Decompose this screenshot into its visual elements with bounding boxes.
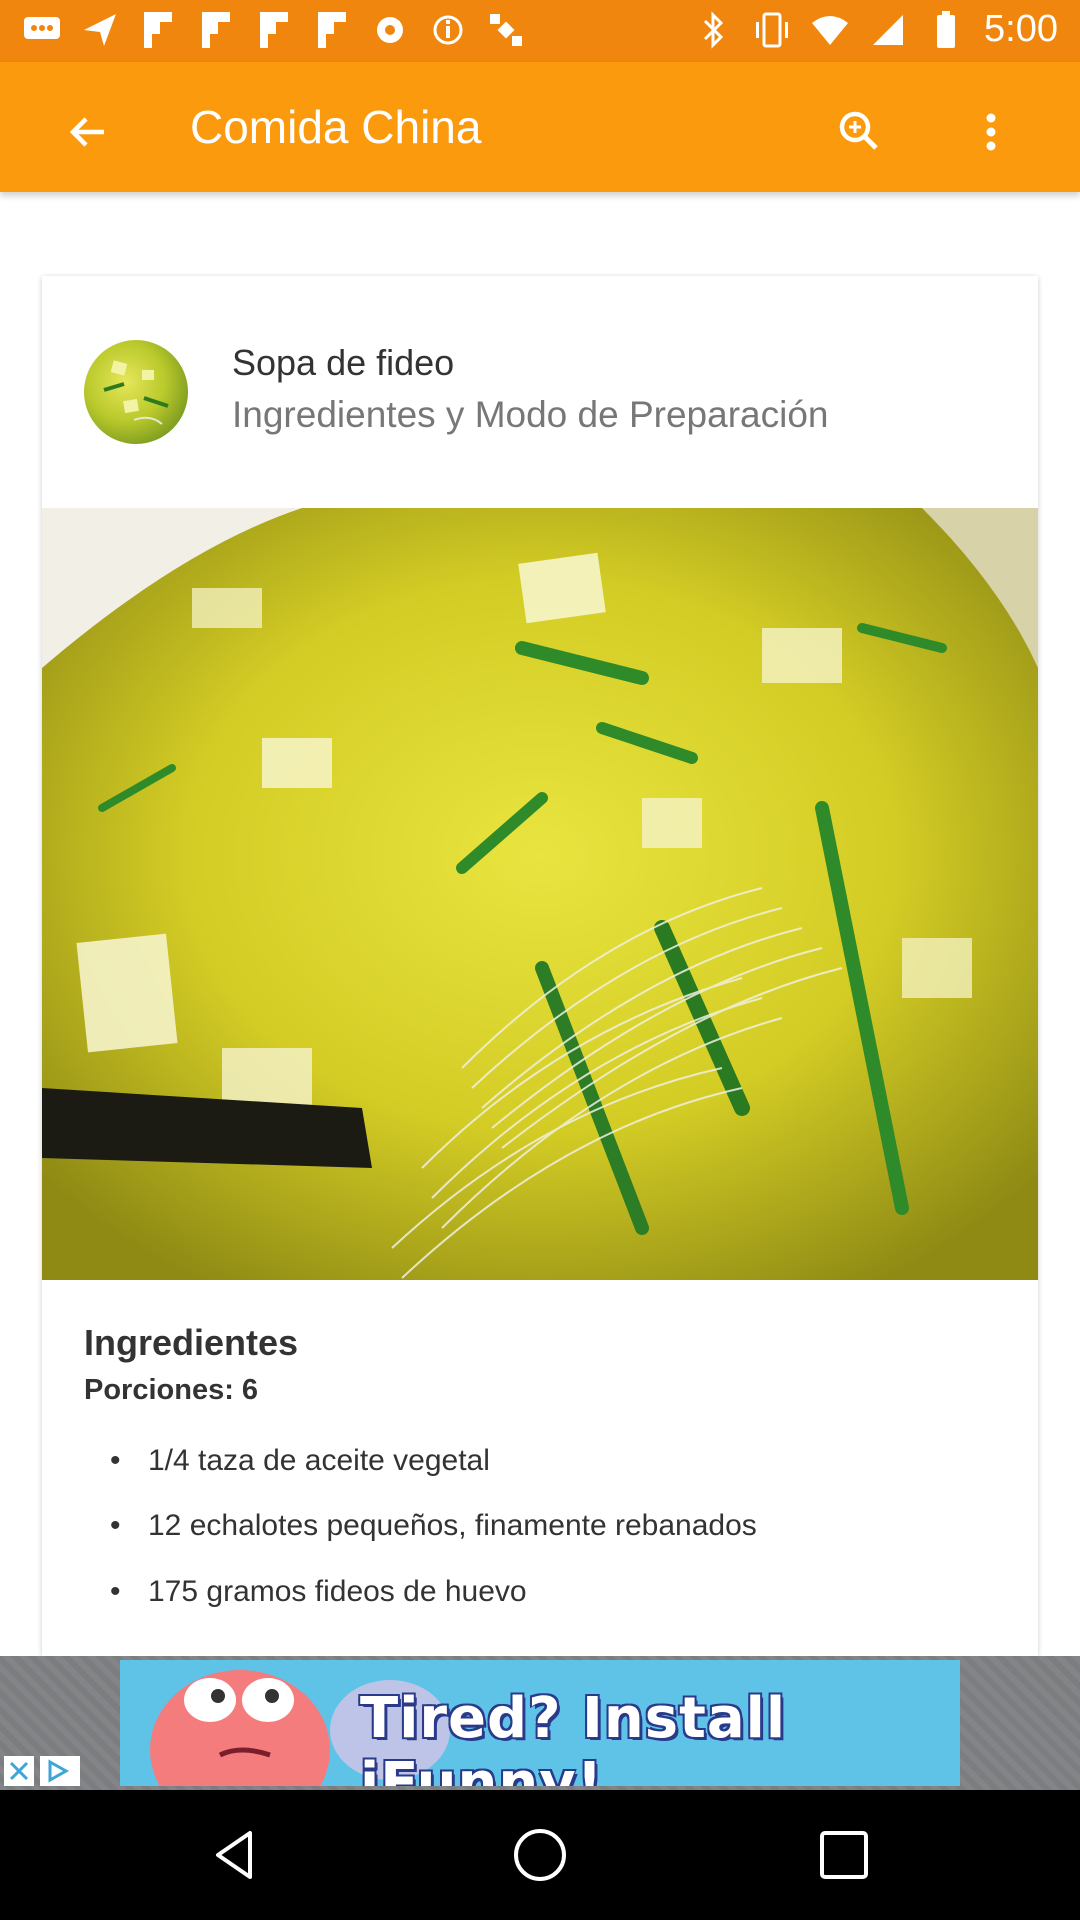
- close-icon: [9, 1761, 29, 1781]
- page-title: Comida China: [190, 101, 482, 153]
- nav-back-button[interactable]: [206, 1825, 266, 1885]
- back-button[interactable]: [58, 102, 118, 162]
- home-circle-icon: [514, 1829, 566, 1881]
- radio-icon: [370, 10, 410, 50]
- message-icon: [22, 10, 62, 50]
- flipboard-icon: [196, 10, 236, 50]
- more-vert-icon: [986, 113, 996, 151]
- ad-creative[interactable]: Tired? Install iFunny!: [120, 1660, 960, 1786]
- ingredient-text: 175 gramos fideos de huevo: [148, 1575, 527, 1608]
- ingredient-text: 12 echalotes pequeños, finamente rebanad…: [148, 1509, 757, 1542]
- ingredients-heading: Ingredientes: [84, 1322, 299, 1363]
- bullet: •: [110, 1509, 121, 1542]
- wifi-icon: [810, 10, 850, 50]
- flipboard-icon: [138, 10, 178, 50]
- status-icons-right: 5:00: [694, 8, 1058, 51]
- recipe-title: Sopa de fideo: [232, 342, 455, 383]
- ad-close-button[interactable]: [4, 1756, 34, 1786]
- search-icon: [839, 111, 878, 150]
- recipe-thumbnail: [84, 340, 188, 444]
- vibrate-icon: [752, 10, 792, 50]
- status-icons-left: [22, 10, 526, 50]
- recipe-card[interactable]: Sopa de fideo Ingredientes y Modo de Pre…: [42, 276, 1038, 1656]
- ad-text: Tired? Install iFunny!: [360, 1686, 787, 1786]
- navigation-bar: [0, 1790, 1080, 1920]
- send-icon: [80, 10, 120, 50]
- signal-icon: [868, 10, 908, 50]
- nav-recents-button[interactable]: [814, 1825, 874, 1885]
- recipe-subtitle: Ingredientes y Modo de Preparación: [232, 394, 829, 435]
- ad-choices-button[interactable]: [40, 1756, 80, 1786]
- search-button[interactable]: [830, 102, 890, 162]
- recents-square-icon: [820, 1831, 868, 1879]
- ad-banner[interactable]: Tired? Install iFunny!: [0, 1656, 1080, 1790]
- bluetooth-icon: [694, 10, 734, 50]
- list-item: • 175 gramos fideos de huevo: [110, 1575, 527, 1609]
- status-time: 5:00: [984, 8, 1058, 50]
- battery-icon: [926, 10, 966, 50]
- flipboard-icon: [254, 10, 294, 50]
- app-bar: Comida China: [0, 62, 1080, 192]
- nav-home-button[interactable]: [510, 1825, 570, 1885]
- back-arrow-icon: [69, 117, 104, 147]
- status-bar: 5:00: [0, 0, 1080, 62]
- more-options-button[interactable]: [966, 102, 1016, 162]
- list-item: • 12 echalotes pequeños, finamente reban…: [110, 1509, 757, 1543]
- ingredient-text: 1/4 taza de aceite vegetal: [148, 1444, 490, 1477]
- flipboard-icon: [312, 10, 352, 50]
- ad-choices-icon: [48, 1759, 70, 1783]
- list-item: • 1/4 taza de aceite vegetal: [110, 1444, 490, 1478]
- back-triangle-icon: [216, 1831, 252, 1879]
- satellite-icon: [486, 10, 526, 50]
- soup-photo: [42, 508, 1038, 1280]
- bullet: •: [110, 1575, 121, 1608]
- bullet: •: [110, 1444, 121, 1477]
- info-icon: [428, 10, 468, 50]
- portions-label: Porciones: 6: [84, 1374, 259, 1406]
